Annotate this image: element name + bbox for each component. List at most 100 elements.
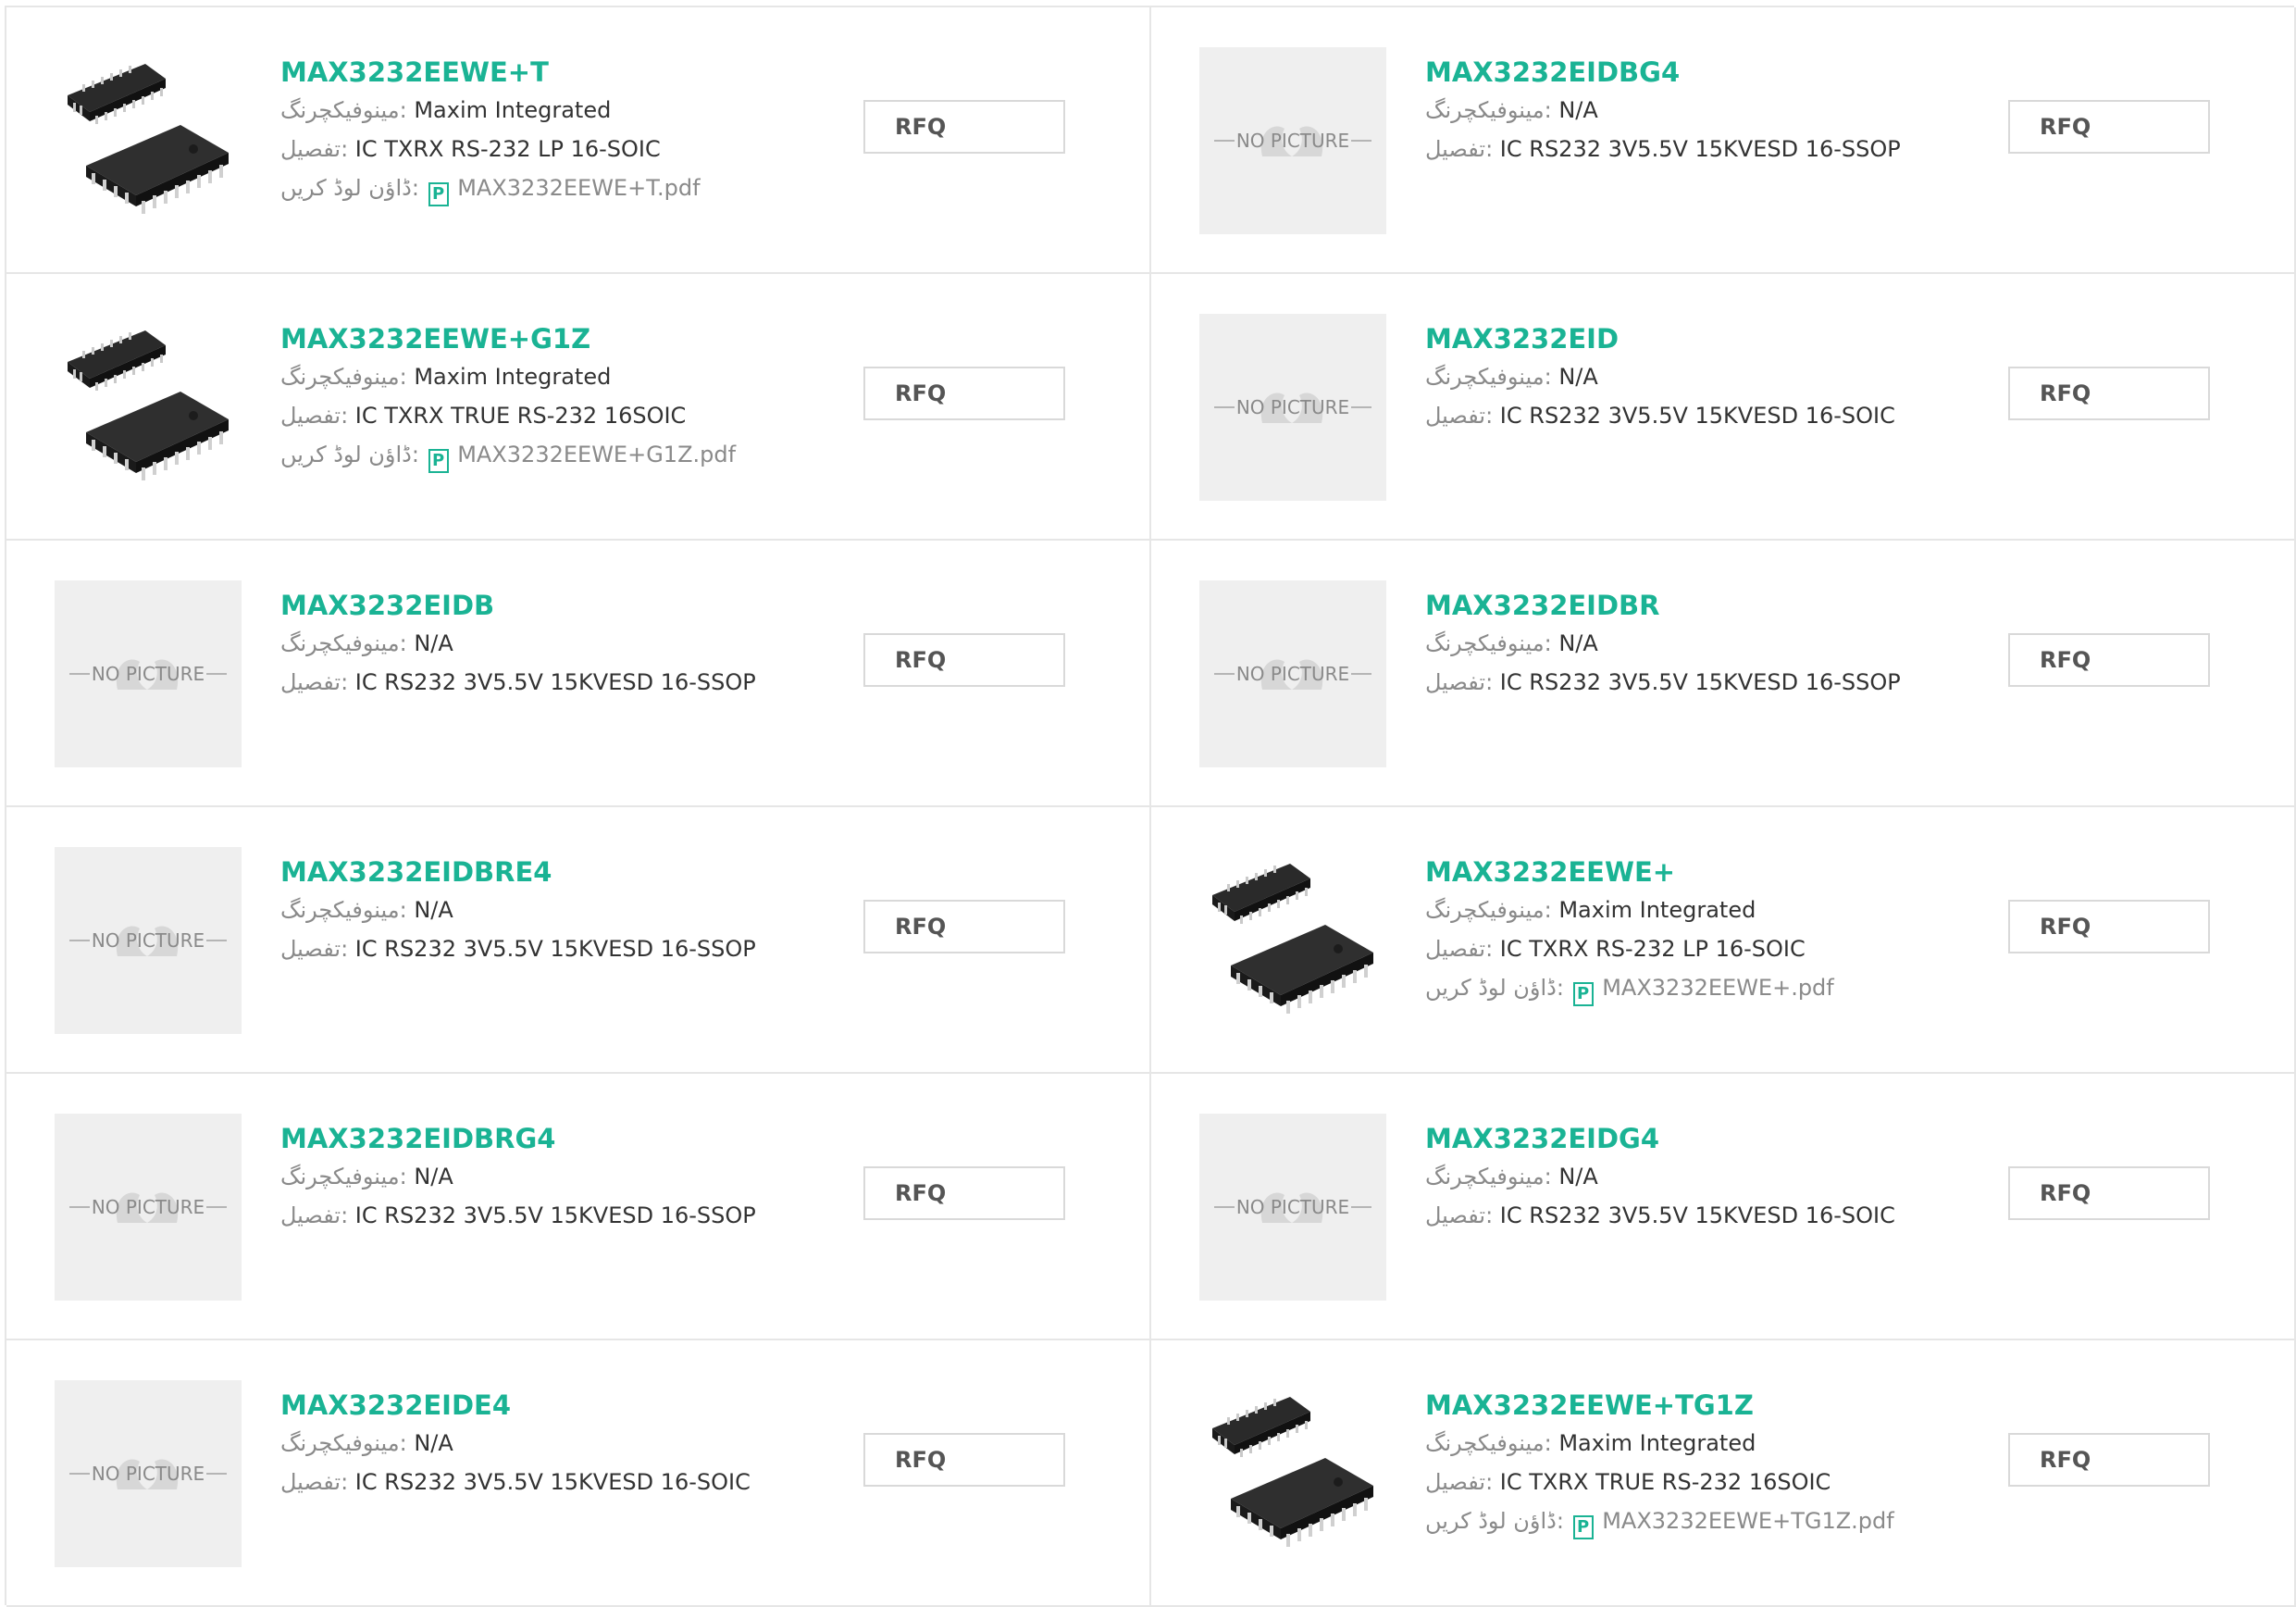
manufacturer-value: N/A	[414, 1164, 453, 1190]
part-number-link[interactable]: MAX3232EIDBR	[1425, 587, 1999, 624]
description-value: IC TXRX TRUE RS-232 16SOIC	[1499, 1469, 1831, 1495]
product-image[interactable]	[55, 47, 242, 234]
rfq-button[interactable]: RFQ	[863, 1166, 1065, 1220]
manufacturer-label: مینوفیکچرنگ:	[1425, 97, 1552, 123]
product-card: NO PICTURE MAX3232EIDBG4 مینوفیکچرنگ: N/…	[1151, 7, 2296, 274]
manufacturer-value: Maxim Integrated	[1558, 897, 1756, 923]
product-info: MAX3232EEWE+TG1Z مینوفیکچرنگ: Maxim Inte…	[1425, 1387, 1999, 1540]
part-number-link[interactable]: MAX3232EIDE4	[280, 1387, 854, 1424]
rfq-button[interactable]: RFQ	[863, 900, 1065, 953]
rfq-button[interactable]: RFQ	[2008, 100, 2210, 154]
rfq-button[interactable]: RFQ	[863, 1433, 1065, 1487]
description-line: تفصیل: IC RS232 3V5.5V 15KVESD 16-SSOP	[280, 929, 854, 968]
description-value: IC RS232 3V5.5V 15KVESD 16-SSOP	[1499, 669, 1901, 695]
manufacturer-line: مینوفیکچرنگ: N/A	[1425, 91, 1999, 130]
no-picture-label: NO PICTURE	[1199, 1114, 1386, 1301]
description-value: IC RS232 3V5.5V 15KVESD 16-SSOP	[354, 936, 756, 962]
rfq-button[interactable]: RFQ	[2008, 367, 2210, 420]
no-picture-label: NO PICTURE	[1199, 580, 1386, 767]
description-label: تفصیل:	[280, 136, 349, 162]
manufacturer-label: مینوفیکچرنگ:	[1425, 1164, 1552, 1190]
part-number-link[interactable]: MAX3232EEWE+T	[280, 54, 854, 91]
manufacturer-value: N/A	[414, 630, 453, 656]
manufacturer-value: N/A	[1558, 630, 1598, 656]
description-line: تفصیل: IC RS232 3V5.5V 15KVESD 16-SOIC	[1425, 1196, 1999, 1235]
product-image[interactable]	[1199, 1380, 1386, 1567]
manufacturer-label: مینوفیکچرنگ:	[1425, 1430, 1552, 1456]
part-number-link[interactable]: MAX3232EID	[1425, 320, 1999, 357]
pdf-icon: P	[428, 449, 449, 473]
rfq-button[interactable]: RFQ	[2008, 900, 2210, 953]
description-label: تفصیل:	[280, 1469, 349, 1495]
product-image[interactable]	[1199, 847, 1386, 1034]
manufacturer-label: مینوفیکچرنگ:	[280, 1164, 407, 1190]
product-image[interactable]: NO PICTURE	[1199, 314, 1386, 501]
product-card: MAX3232EEWE+G1Z مینوفیکچرنگ: Maxim Integ…	[6, 274, 1151, 541]
description-line: تفصیل: IC TXRX RS-232 LP 16-SOIC	[1425, 929, 1999, 968]
description-value: IC RS232 3V5.5V 15KVESD 16-SOIC	[354, 1469, 751, 1495]
manufacturer-label: مینوفیکچرنگ:	[1425, 630, 1552, 656]
product-card: NO PICTURE MAX3232EIDE4 مینوفیکچرنگ: N/A…	[6, 1340, 1151, 1607]
part-number-link[interactable]: MAX3232EEWE+TG1Z	[1425, 1387, 1999, 1424]
product-image[interactable]: NO PICTURE	[55, 1380, 242, 1567]
manufacturer-label: مینوفیکچرنگ:	[280, 630, 407, 656]
manufacturer-value: Maxim Integrated	[414, 364, 612, 390]
product-image[interactable]: NO PICTURE	[55, 580, 242, 767]
description-label: تفصیل:	[1425, 136, 1494, 162]
pdf-download-link[interactable]: MAX3232EEWE+T.pdf	[457, 175, 700, 201]
description-label: تفصیل:	[1425, 936, 1494, 962]
manufacturer-line: مینوفیکچرنگ: N/A	[1425, 357, 1999, 396]
download-label: ڈاؤن لوڈ کریں:	[1425, 975, 1564, 1001]
description-label: تفصیل:	[280, 403, 349, 429]
product-info: MAX3232EEWE+T مینوفیکچرنگ: Maxim Integra…	[280, 54, 854, 207]
manufacturer-line: مینوفیکچرنگ: N/A	[280, 891, 854, 929]
no-picture-label: NO PICTURE	[1199, 47, 1386, 234]
manufacturer-line: مینوفیکچرنگ: N/A	[1425, 624, 1999, 663]
no-picture-label: NO PICTURE	[55, 1380, 242, 1567]
part-number-link[interactable]: MAX3232EIDBRG4	[280, 1120, 854, 1157]
description-line: تفصیل: IC TXRX RS-232 LP 16-SOIC	[280, 130, 854, 168]
manufacturer-label: مینوفیکچرنگ:	[280, 897, 407, 923]
rfq-button[interactable]: RFQ	[2008, 633, 2210, 687]
rfq-button[interactable]: RFQ	[2008, 1433, 2210, 1487]
manufacturer-label: مینوفیکچرنگ:	[280, 1430, 407, 1456]
product-info: MAX3232EID مینوفیکچرنگ: N/A تفصیل: IC RS…	[1425, 320, 1999, 435]
description-value: IC TXRX TRUE RS-232 16SOIC	[354, 403, 687, 429]
chip-icon	[68, 330, 229, 480]
description-label: تفصیل:	[1425, 669, 1494, 695]
rfq-button[interactable]: RFQ	[2008, 1166, 2210, 1220]
description-label: تفصیل:	[280, 669, 349, 695]
no-picture-label: NO PICTURE	[55, 847, 242, 1034]
pdf-download-link[interactable]: MAX3232EEWE+G1Z.pdf	[457, 442, 736, 467]
part-number-link[interactable]: MAX3232EIDG4	[1425, 1120, 1999, 1157]
part-number-link[interactable]: MAX3232EIDBRE4	[280, 853, 854, 891]
product-image[interactable]: NO PICTURE	[1199, 1114, 1386, 1301]
description-value: IC RS232 3V5.5V 15KVESD 16-SSOP	[1499, 136, 1901, 162]
part-number-link[interactable]: MAX3232EEWE+	[1425, 853, 1999, 891]
product-image[interactable]: NO PICTURE	[1199, 580, 1386, 767]
product-image[interactable]	[55, 314, 242, 501]
manufacturer-value: N/A	[1558, 364, 1598, 390]
pdf-icon: P	[1572, 1515, 1594, 1539]
description-line: تفصیل: IC RS232 3V5.5V 15KVESD 16-SSOP	[280, 1196, 854, 1235]
manufacturer-label: مینوفیکچرنگ:	[1425, 364, 1552, 390]
manufacturer-line: مینوفیکچرنگ: Maxim Integrated	[280, 91, 854, 130]
manufacturer-value: Maxim Integrated	[414, 97, 612, 123]
product-image[interactable]: NO PICTURE	[55, 1114, 242, 1301]
manufacturer-value: N/A	[1558, 1164, 1598, 1190]
product-image[interactable]: NO PICTURE	[55, 847, 242, 1034]
pdf-download-link[interactable]: MAX3232EEWE+TG1Z.pdf	[1602, 1508, 1894, 1534]
description-line: تفصیل: IC TXRX TRUE RS-232 16SOIC	[280, 396, 854, 435]
part-number-link[interactable]: MAX3232EIDB	[280, 587, 854, 624]
rfq-button[interactable]: RFQ	[863, 367, 1065, 420]
product-card: MAX3232EEWE+TG1Z مینوفیکچرنگ: Maxim Inte…	[1151, 1340, 2296, 1607]
part-number-link[interactable]: MAX3232EIDBG4	[1425, 54, 1999, 91]
product-image[interactable]: NO PICTURE	[1199, 47, 1386, 234]
download-line: ڈاؤن لوڈ کریں: P MAX3232EEWE+.pdf	[1425, 968, 1999, 1007]
manufacturer-value: N/A	[414, 1430, 453, 1456]
description-value: IC RS232 3V5.5V 15KVESD 16-SSOP	[354, 1202, 756, 1228]
part-number-link[interactable]: MAX3232EEWE+G1Z	[280, 320, 854, 357]
pdf-download-link[interactable]: MAX3232EEWE+.pdf	[1602, 975, 1834, 1001]
rfq-button[interactable]: RFQ	[863, 100, 1065, 154]
rfq-button[interactable]: RFQ	[863, 633, 1065, 687]
